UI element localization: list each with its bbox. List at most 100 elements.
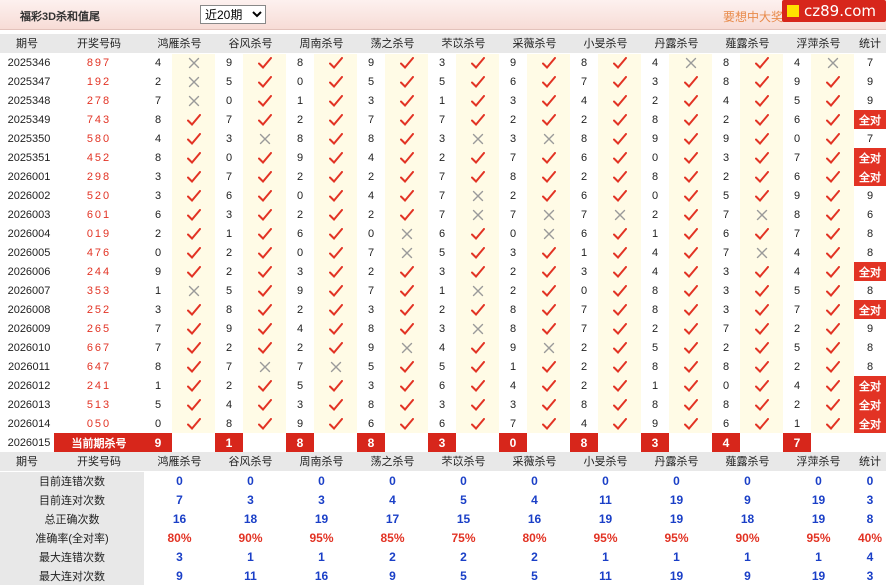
kill-number-cell: 6 (570, 148, 598, 167)
stats-value-cell: 19 (641, 566, 712, 585)
kill-number-cell: 3 (367, 94, 375, 107)
col-expert-header: 小旻杀号 (570, 34, 641, 54)
kill-number-cell: 9 (357, 338, 385, 357)
col-expert-header: 浮萍杀号 (783, 34, 854, 54)
kill-number-cell: 1 (144, 376, 172, 395)
stats-label-cell: 目前连错次数 (0, 471, 144, 490)
current-kill-cell: 0 (499, 433, 527, 452)
col-expert-header: 小旻杀号 (570, 452, 641, 472)
result-mark-cell (669, 338, 712, 357)
kill-number-cell: 6 (357, 414, 385, 433)
kill-number-cell: 2 (357, 262, 385, 281)
kill-number-cell: 8 (722, 56, 730, 69)
stats-value-cell: 18 (712, 509, 783, 528)
kill-number-cell: 7 (428, 186, 456, 205)
check-icon (754, 322, 769, 335)
kill-number-cell: 9 (225, 56, 233, 69)
check-icon (541, 322, 556, 335)
stats-row: 目前连错次数 0 0 0 0 0 0 0 0 0 0 0 (0, 471, 886, 490)
check-icon (257, 151, 272, 164)
check-icon (257, 113, 272, 126)
kill-number-cell: 3 (428, 262, 456, 281)
issue-cell: 2026010 (0, 338, 54, 357)
kill-number-cell: 0 (144, 414, 172, 433)
result-mark-cell (385, 224, 428, 243)
kill-number-cell: 0 (641, 148, 669, 167)
kill-number-cell: 4 (793, 56, 801, 69)
col-expert-header: 荡之杀号 (357, 34, 428, 54)
result-mark-cell (385, 300, 428, 319)
col-expert-header: 周南杀号 (286, 452, 357, 472)
result-mark-cell (811, 91, 854, 110)
result-mark-cell (598, 357, 641, 376)
issue-cell: 2026009 (7, 322, 51, 335)
result-mark-cell (243, 91, 286, 110)
table-row: 2026003 601 6 3 2 2 7 7 7 2 7 8 6 (0, 205, 886, 224)
stats-value-cell: 19 (783, 509, 854, 528)
check-icon (825, 208, 840, 221)
kill-number-cell: 5 (154, 398, 162, 411)
kill-number-cell: 9 (144, 262, 172, 281)
result-mark-cell (740, 281, 783, 300)
result-mark-cell (598, 376, 641, 395)
result-mark-cell (172, 262, 215, 281)
col-expert-header: 薤露杀号 (712, 34, 783, 54)
result-mark-cell (598, 205, 641, 224)
check-icon (754, 398, 769, 411)
kill-number-cell: 2 (428, 300, 456, 319)
result-mark-cell (527, 205, 570, 224)
draw-number-cell: 897 (86, 56, 112, 69)
result-mark-cell (456, 357, 499, 376)
check-icon (541, 303, 556, 316)
stats-value-cell: 1 (712, 547, 783, 566)
kill-number-cell: 4 (793, 246, 801, 259)
kill-number-cell: 7 (580, 208, 588, 221)
check-icon (257, 341, 272, 354)
kill-number-cell: 2 (793, 322, 801, 335)
check-icon (541, 151, 556, 164)
check-icon (470, 246, 485, 259)
period-select[interactable]: 近20期 (200, 5, 266, 24)
col-count-header: 统计 (854, 34, 886, 54)
check-icon (257, 189, 272, 202)
result-mark-cell (385, 205, 428, 224)
check-icon (328, 246, 343, 259)
current-spacer-cell (669, 433, 712, 452)
draw-number-cell: 667 (54, 338, 144, 357)
result-mark-cell (598, 72, 641, 91)
cross-icon (188, 95, 199, 106)
result-mark-cell (172, 53, 215, 72)
kill-number-cell: 3 (712, 262, 740, 281)
stats-value-cell: 95% (286, 528, 357, 547)
check-icon (186, 113, 201, 126)
result-mark-cell (811, 110, 854, 129)
result-mark-cell (456, 338, 499, 357)
issue-cell: 2026004 (0, 224, 54, 243)
result-mark-cell (456, 319, 499, 338)
draw-number-cell: 252 (54, 300, 144, 319)
result-mark-cell (598, 414, 641, 433)
draw-number-cell: 513 (86, 398, 112, 411)
draw-number-cell: 241 (54, 376, 144, 395)
column-header-row: 期号 开奖号码 鸿雁杀号 谷风杀号 周南杀号 荡之杀号 芣苡杀号 采薇杀号 小旻杀号 丹露杀号 薤露… (0, 34, 886, 54)
logo-text: cz89.com (804, 2, 877, 20)
kill-number-cell: 7 (154, 322, 162, 335)
cross-icon (401, 228, 412, 239)
stats-value-cell: 9 (712, 490, 783, 509)
stats-label-cell: 总正确次数 (0, 509, 144, 528)
kill-number-cell: 7 (499, 414, 527, 433)
kill-number-cell: 7 (296, 360, 304, 373)
kill-number-cell: 4 (296, 322, 304, 335)
kill-number-cell: 5 (225, 284, 233, 297)
check-icon (825, 265, 840, 278)
kill-number-cell: 6 (154, 208, 162, 221)
site-logo[interactable]: cz89.com (782, 0, 886, 22)
stats-row: 总正确次数 16 18 19 17 15 16 19 19 18 19 8 (0, 509, 886, 528)
check-icon (825, 360, 840, 373)
stats-value-cell: 1 (783, 547, 854, 566)
result-mark-cell (385, 395, 428, 414)
kill-number-cell: 3 (438, 322, 446, 335)
kill-number-cell: 5 (367, 360, 375, 373)
stats-value-cell: 4 (499, 490, 570, 509)
kill-number-cell: 9 (509, 56, 517, 69)
